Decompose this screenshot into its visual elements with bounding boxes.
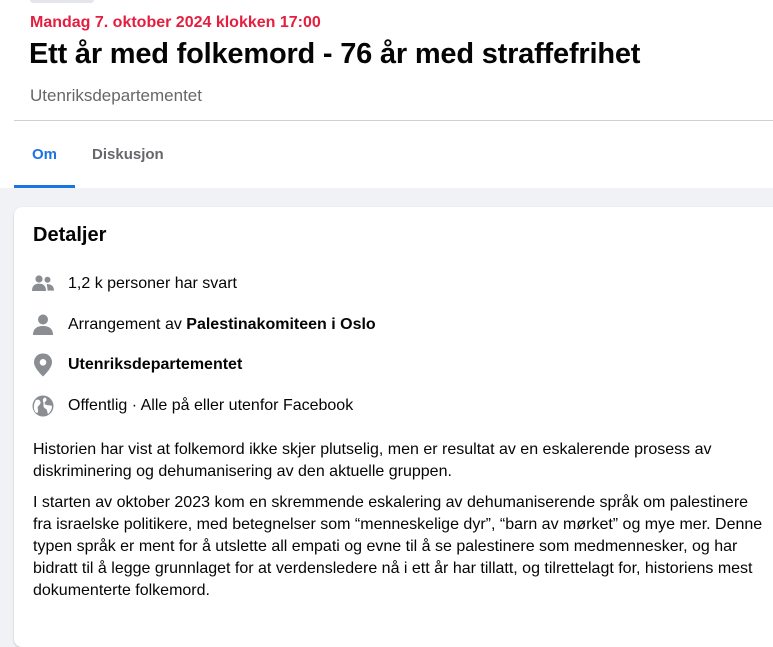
people-icon <box>31 272 55 296</box>
description-paragraph-1: Historien har vist at folkemord ikke skj… <box>33 441 712 480</box>
place-row: Utenriksdepartementet <box>31 353 242 377</box>
event-header: Mandag 7. oktober 2024 klokken 17:00 Ett… <box>0 0 773 188</box>
description-paragraph-2: I starten av oktober 2023 kom en skremme… <box>33 494 763 599</box>
globe-icon <box>31 394 55 418</box>
responses-row: 1,2 k personer har svart <box>31 272 237 296</box>
responses-text: 1,2 k personer har svart <box>68 275 237 292</box>
person-icon <box>31 313 55 337</box>
organizer-row: Arrangement av Palestinakomiteen i Oslo <box>31 313 376 337</box>
details-card: Detaljer 1,2 k personer har svart Arrang… <box>14 207 773 647</box>
place-name: Utenriksdepartementet <box>68 356 243 373</box>
organizer-prefix: Arrangement av <box>68 316 187 333</box>
place-text-link[interactable]: Utenriksdepartementet <box>68 356 242 374</box>
tab-about[interactable]: Om <box>14 121 76 188</box>
details-title: Detaljer <box>33 224 107 246</box>
event-location[interactable]: Utenriksdepartementet <box>30 86 202 106</box>
event-title: Ett år med folkemord - 76 år med straffe… <box>29 38 641 70</box>
event-date: Mandag 7. oktober 2024 klokken 17:00 <box>30 14 321 31</box>
event-tabs: Om Diskusjon <box>14 121 181 188</box>
organizer-name-link[interactable]: Palestinakomiteen i Oslo <box>186 316 375 333</box>
privacy-row: Offentlig · Alle på eller utenfor Facebo… <box>31 394 353 418</box>
location-pin-icon <box>31 353 55 377</box>
top-edge-stub <box>30 0 94 3</box>
organizer-text: Arrangement av Palestinakomiteen i Oslo <box>68 316 376 334</box>
privacy-text: Offentlig · Alle på eller utenfor Facebo… <box>68 397 354 414</box>
tab-discussion[interactable]: Diskusjon <box>75 121 181 188</box>
